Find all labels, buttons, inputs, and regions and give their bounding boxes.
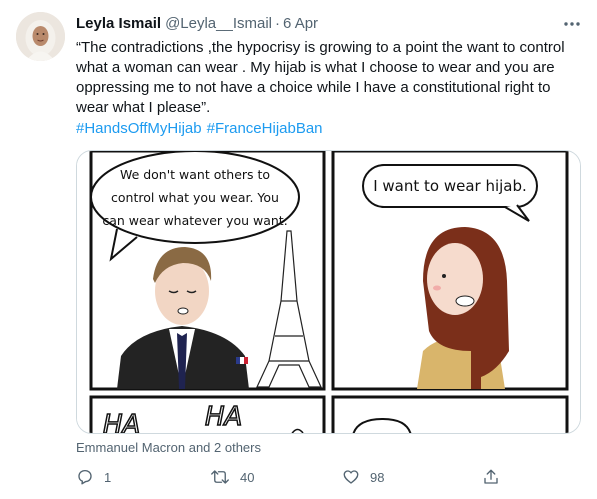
author-name[interactable]: Leyla Ismail: [76, 15, 161, 32]
tweet-actions: 1 40 98: [76, 466, 581, 488]
retweet-button[interactable]: 40: [210, 466, 254, 488]
hashtag-link[interactable]: #HandsOffMyHijab: [76, 120, 202, 137]
author-handle[interactable]: @Leyla__Ismail: [165, 15, 272, 32]
reply-icon: [78, 469, 92, 485]
retweet-icon: [211, 470, 229, 484]
reply-count: 1: [104, 469, 112, 485]
comic-sfx: HA: [103, 410, 140, 434]
tagged-users[interactable]: Emmanuel Macron and 2 others: [76, 439, 261, 457]
share-button[interactable]: [482, 466, 500, 488]
header-separator: ·: [275, 15, 281, 32]
tweet-header: Leyla Ismail @Leyla__Ismail · 6 Apr: [76, 14, 318, 34]
comic-panel-1: We don't want others to control what you…: [89, 151, 326, 391]
comic-panel-4: [331, 395, 569, 433]
more-horizontal-icon: [564, 22, 580, 26]
avatar-image: [16, 12, 65, 61]
hashtag-link[interactable]: #FranceHijabBan: [207, 120, 323, 137]
more-options-button[interactable]: [562, 14, 582, 34]
hashtag-list: #HandsOffMyHijab #FranceHijabBan: [76, 119, 328, 139]
reply-button[interactable]: 1: [76, 466, 111, 488]
comic-image: We don't want others to control what you…: [77, 151, 580, 434]
tweet-media[interactable]: We don't want others to control what you…: [76, 150, 581, 434]
heart-icon: [343, 470, 359, 484]
like-count: 98: [370, 469, 385, 485]
comic-panel-2: I want to wear hijab.: [331, 151, 569, 391]
share-icon: [484, 469, 498, 484]
comic-bubble-line: control what you wear. You: [111, 190, 279, 205]
comic-bubble-text: I want to wear hijab.: [373, 177, 527, 195]
retweet-count: 40: [240, 469, 255, 485]
comic-bubble-line: We don't want others to: [120, 167, 270, 182]
comic-bubble-line: can wear whatever you want.: [102, 213, 287, 228]
tweet-date[interactable]: 6 Apr: [283, 15, 318, 32]
avatar[interactable]: [16, 12, 65, 61]
comic-panel-3: HA HA: [89, 395, 326, 434]
tweet[interactable]: Leyla Ismail @Leyla__Ismail · 6 Apr “The co…: [0, 0, 597, 499]
comic-sfx: HA: [205, 402, 242, 432]
tweet-text: “The contradictions ,the hypocrisy is gr…: [76, 39, 565, 116]
like-button[interactable]: 98: [342, 466, 384, 488]
